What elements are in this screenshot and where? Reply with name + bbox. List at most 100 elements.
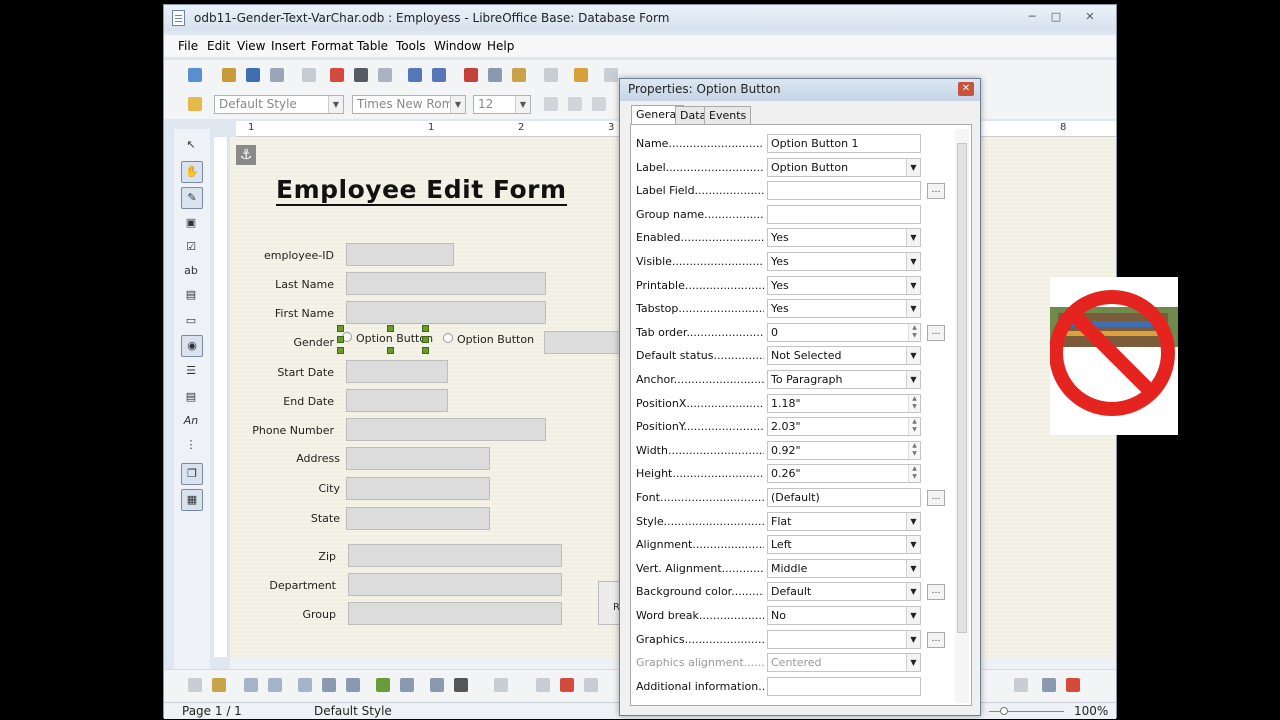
edit-file-icon[interactable] [302, 68, 316, 82]
anchor-toolbar-icon[interactable] [454, 678, 468, 692]
more-controls-icon[interactable]: ⋮ [181, 435, 201, 455]
tab-order-icon[interactable] [322, 678, 336, 692]
paste-icon[interactable] [512, 68, 526, 82]
property-value-word-break[interactable]: No ▼ [767, 606, 921, 625]
form-navigator-icon[interactable]: ❐ [181, 463, 203, 485]
state-field[interactable] [346, 507, 490, 530]
property-value-default-status[interactable]: Not Selected ▼ [767, 346, 921, 366]
selection-handle[interactable] [387, 347, 394, 354]
paragraph-style-box[interactable]: Default Style ▼ [214, 95, 344, 114]
start-date-field[interactable] [346, 360, 448, 383]
menu-window[interactable]: Window [434, 39, 481, 53]
option-button-2[interactable]: Option Button [443, 333, 534, 346]
property-value-printable[interactable]: Yes ▼ [767, 275, 921, 295]
font-name-box[interactable]: Times New Roman ▼ [352, 95, 466, 114]
selection-handle[interactable] [387, 325, 394, 332]
text-box-tool-icon[interactable]: ab [181, 261, 201, 281]
add-field-toolbar-icon[interactable] [346, 678, 360, 692]
select-icon[interactable] [188, 678, 202, 692]
copy-icon[interactable] [488, 68, 502, 82]
clone-icon[interactable] [544, 68, 558, 82]
dropdown-arrow-icon[interactable]: ▼ [906, 559, 920, 577]
align-icon[interactable] [494, 678, 508, 692]
list-box-tool-icon[interactable]: ☰ [181, 361, 201, 381]
dropdown-arrow-icon[interactable]: ▼ [906, 583, 920, 601]
spinner-icon[interactable]: ▲ ▼ [908, 394, 920, 412]
selection-handle[interactable] [422, 325, 429, 332]
ellipsis-button[interactable]: … [927, 490, 945, 506]
dialog-close-button[interactable]: ✕ [958, 82, 974, 96]
tab-events[interactable]: Events [704, 106, 752, 124]
dropdown-arrow-icon[interactable]: ▼ [906, 654, 920, 672]
grid-icon[interactable] [536, 678, 550, 692]
form-icon[interactable] [1042, 678, 1056, 692]
undo-icon[interactable] [574, 68, 588, 82]
property-value-tab-order[interactable]: 0 ▲ ▼ [767, 322, 921, 342]
property-value-label-field[interactable] [767, 181, 921, 201]
guides-icon[interactable] [584, 678, 598, 692]
form-design-icon[interactable]: ▣ [181, 213, 201, 233]
menu-view[interactable]: View [237, 39, 265, 53]
combo-box-tool-icon[interactable]: ▤ [181, 387, 201, 407]
dropdown-arrow-icon[interactable]: ▼ [906, 276, 920, 294]
close-button[interactable]: ✕ [1078, 9, 1102, 25]
menu-table[interactable]: Table [357, 39, 388, 53]
redo-icon[interactable] [604, 68, 618, 82]
grow-font-icon[interactable] [544, 97, 558, 111]
property-value-label[interactable]: Option Button ▼ [767, 157, 921, 177]
navigator-icon[interactable] [1066, 678, 1080, 692]
menu-file[interactable]: File [178, 39, 198, 53]
new-icon[interactable] [188, 68, 202, 82]
styles-icon[interactable] [188, 97, 202, 111]
menu-format[interactable]: Format [311, 39, 353, 53]
city-field[interactable] [346, 477, 490, 500]
property-value-width[interactable]: 0.92" ▲ ▼ [767, 440, 921, 460]
zip-field[interactable] [348, 544, 562, 567]
selection-handle[interactable] [422, 336, 429, 343]
property-value-graphics[interactable]: ▼ [767, 629, 921, 649]
first-name-field[interactable] [346, 301, 546, 324]
ellipsis-button[interactable]: … [927, 631, 945, 648]
menu-insert[interactable]: Insert [271, 39, 305, 53]
minimize-button[interactable]: ─ [1020, 9, 1044, 25]
gender-text-field[interactable] [544, 331, 626, 354]
spinner-icon[interactable]: ▲ ▼ [908, 418, 920, 436]
dropdown-arrow-icon[interactable]: ▼ [906, 607, 920, 624]
property-value-anchor[interactable]: To Paragraph ▼ [767, 370, 921, 389]
property-value-style[interactable]: Flat ▼ [767, 511, 921, 531]
shrink-font-icon[interactable] [568, 97, 582, 111]
form-properties-icon[interactable] [298, 678, 312, 692]
dropdown-arrow-icon[interactable]: ▼ [906, 300, 920, 318]
auto-control-focus-icon[interactable] [400, 678, 414, 692]
property-value-alignment[interactable]: Left ▼ [767, 535, 921, 555]
checkbox-tool-icon[interactable]: ☑ [181, 237, 201, 257]
property-value-height[interactable]: 0.26" ▲ ▼ [767, 464, 921, 484]
property-value-additional-information[interactable] [767, 676, 921, 696]
property-value-tabstop[interactable]: Yes ▼ [767, 299, 921, 319]
print-icon[interactable] [354, 68, 368, 82]
position-size-icon[interactable] [430, 678, 444, 692]
department-field[interactable] [348, 573, 562, 596]
autospell-icon[interactable] [432, 68, 446, 82]
font-size-box[interactable]: 12 ▼ [473, 95, 531, 114]
properties-scrollbar[interactable] [955, 129, 969, 703]
ellipsis-button[interactable]: … [927, 324, 945, 341]
menu-edit[interactable]: Edit [207, 39, 230, 53]
dropdown-arrow-icon[interactable]: ▼ [906, 512, 920, 530]
cut-icon[interactable] [464, 68, 478, 82]
maximize-button[interactable]: □ [1044, 9, 1068, 25]
selection-handle[interactable] [337, 347, 344, 354]
menu-tools[interactable]: Tools [396, 39, 426, 53]
dropdown-arrow-icon[interactable]: ▼ [906, 253, 920, 270]
anchor-icon[interactable]: ⚓ [236, 145, 256, 165]
formatted-field-icon[interactable]: ▤ [181, 285, 201, 305]
selection-handle[interactable] [337, 325, 344, 332]
properties-scrollbar-thumb[interactable] [957, 143, 967, 633]
selection-handle[interactable] [422, 347, 429, 354]
property-value-enabled[interactable]: Yes ▼ [767, 228, 921, 248]
control-properties-icon[interactable] [268, 678, 282, 692]
control-wizard-icon[interactable]: ✎ [181, 187, 203, 209]
shadow-icon[interactable] [592, 97, 606, 111]
property-value-name[interactable]: Option Button 1 [767, 134, 921, 153]
dropdown-arrow-icon[interactable]: ▼ [906, 536, 920, 554]
